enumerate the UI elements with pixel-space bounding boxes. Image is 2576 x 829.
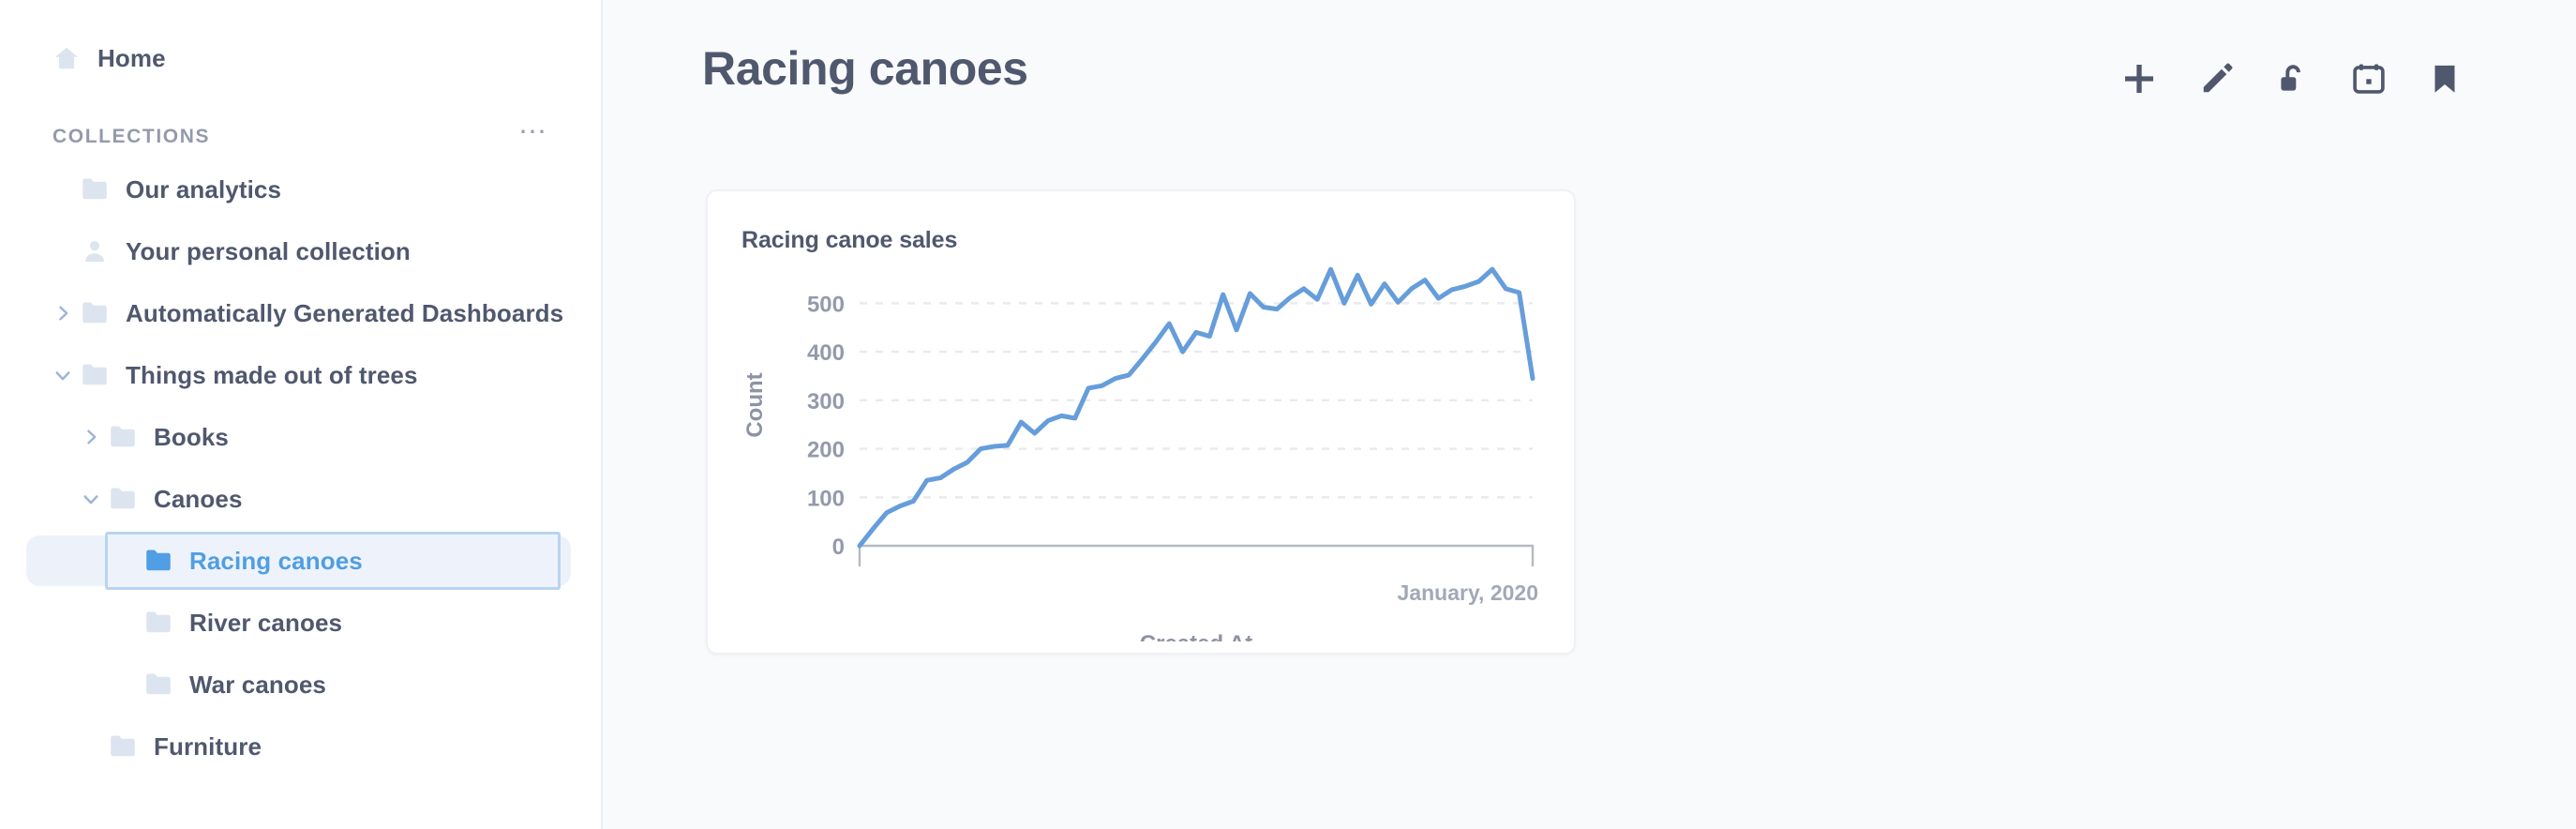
folder-icon xyxy=(81,301,109,325)
header-actions xyxy=(2120,43,2473,98)
folder-icon xyxy=(144,610,172,635)
sidebar-item-racing-canoes[interactable]: Racing canoes xyxy=(0,530,601,592)
unlock-icon[interactable] xyxy=(2276,62,2310,96)
folder-icon xyxy=(81,177,109,202)
y-tick-label: 100 xyxy=(807,486,845,511)
app-root: Home COLLECTIONS ⋯ Our analytics Your per… xyxy=(0,0,2576,829)
sidebar: Home COLLECTIONS ⋯ Our analytics Your per… xyxy=(0,0,603,829)
sidebar-item-river-canoes[interactable]: River canoes xyxy=(0,592,601,654)
y-axis-label: Count xyxy=(742,372,768,437)
person-icon xyxy=(81,238,109,264)
y-tick-label: 400 xyxy=(807,340,845,366)
sidebar-item-label: Automatically Generated Dashboards xyxy=(126,298,564,327)
sidebar-item-furniture[interactable]: Furniture xyxy=(0,716,601,777)
chevron-down-icon[interactable] xyxy=(49,366,77,384)
sidebar-item-books[interactable]: Books xyxy=(0,406,601,468)
sidebar-item-label: Canoes xyxy=(154,484,243,513)
folder-icon xyxy=(81,363,109,387)
sidebar-item-label: Racing canoes xyxy=(189,546,363,575)
sidebar-item-label: War canoes xyxy=(189,670,326,699)
sidebar-item-war-canoes[interactable]: War canoes xyxy=(0,654,601,716)
sidebar-item-label: Your personal collection xyxy=(126,236,411,265)
chevron-placeholder-icon xyxy=(49,242,77,261)
folder-icon xyxy=(109,734,137,759)
line-chart[interactable]: 0 100 200 300 400 500 Count January, 2020 Create… xyxy=(708,248,1578,641)
chart-svg: 0 100 200 300 400 500 Count January, 2020 Create… xyxy=(742,266,1538,641)
folder-icon xyxy=(144,672,172,697)
sidebar-item-label: Our analytics xyxy=(126,174,282,203)
pencil-icon[interactable] xyxy=(2199,61,2235,97)
collections-section-title: COLLECTIONS xyxy=(52,126,211,147)
main-content: Racing canoes Racing canoe sales 0 100 2… xyxy=(603,0,2576,829)
ellipsis-icon[interactable]: ⋯ xyxy=(515,118,552,152)
series-line-count xyxy=(857,266,1535,549)
chevron-placeholder-icon xyxy=(112,551,141,570)
sidebar-item-home[interactable]: Home xyxy=(0,27,601,89)
y-tick-label: 0 xyxy=(832,535,845,560)
chevron-right-icon[interactable] xyxy=(77,428,105,446)
collections-tree: Our analytics Your personal collection Aut… xyxy=(0,158,601,777)
sidebar-item-automatically-generated-dashboards[interactable]: Automatically Generated Dashboards xyxy=(0,282,601,344)
sidebar-item-label: Things made out of trees xyxy=(126,360,418,389)
y-tick-label: 300 xyxy=(807,389,845,414)
plus-icon[interactable] xyxy=(2120,60,2158,98)
sidebar-item-home-label: Home xyxy=(97,43,166,72)
folder-icon xyxy=(109,487,137,511)
card-title: Racing canoe sales xyxy=(741,227,958,253)
folder-icon xyxy=(144,549,172,573)
x-axis-label: Created At xyxy=(1140,631,1252,641)
page-header: Racing canoes xyxy=(603,0,2576,98)
sidebar-item-things-made-out-of-trees[interactable]: Things made out of trees xyxy=(0,344,601,406)
collections-section-header: COLLECTIONS ⋯ xyxy=(0,115,601,158)
bookmark-icon[interactable] xyxy=(2428,62,2462,96)
chevron-placeholder-icon xyxy=(77,737,105,756)
x-axis-line xyxy=(858,544,1535,566)
y-tick-label: 200 xyxy=(807,438,845,463)
sidebar-item-our-analytics[interactable]: Our analytics xyxy=(0,158,601,220)
sidebar-item-label: Books xyxy=(154,422,229,451)
sidebar-item-label: River canoes xyxy=(189,608,343,637)
page-title: Racing canoes xyxy=(702,42,1028,95)
sidebar-item-label: Furniture xyxy=(154,731,262,761)
chevron-placeholder-icon xyxy=(49,180,77,199)
home-icon xyxy=(52,44,81,72)
chevron-placeholder-icon xyxy=(112,675,141,694)
y-tick-label: 500 xyxy=(807,292,845,317)
sidebar-item-canoes[interactable]: Canoes xyxy=(0,468,601,530)
calendar-icon[interactable] xyxy=(2351,61,2387,97)
folder-icon xyxy=(109,425,137,449)
x-tick-label: January, 2020 xyxy=(1398,580,1538,605)
chevron-right-icon[interactable] xyxy=(49,304,77,323)
chevron-down-icon[interactable] xyxy=(77,490,105,508)
dashboard-card-racing-canoe-sales[interactable]: Racing canoe sales 0 100 200 300 400 500 Count… xyxy=(706,189,1576,655)
chevron-placeholder-icon xyxy=(112,613,141,632)
sidebar-item-your-personal-collection[interactable]: Your personal collection xyxy=(0,220,601,282)
